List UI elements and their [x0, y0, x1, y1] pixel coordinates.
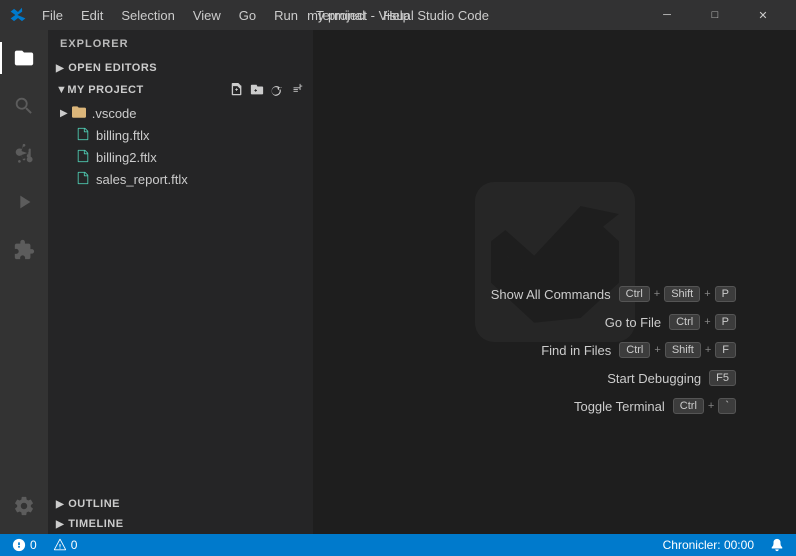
- warnings-status[interactable]: 0: [49, 538, 82, 552]
- project-header-left: ▼ MY PROJECT: [56, 84, 144, 96]
- sidebar: EXPLORER ▶ OPEN EDITORS ▼ MY PROJECT: [48, 30, 313, 534]
- open-editors-chevron: ▶: [56, 63, 64, 74]
- chronicler-status[interactable]: Chronicler: 00:00: [659, 538, 758, 552]
- kbd-ctrl: Ctrl: [673, 398, 704, 414]
- billing-file-name: billing.ftlx: [96, 128, 149, 143]
- error-icon: [12, 538, 26, 552]
- new-folder-button[interactable]: [249, 82, 265, 98]
- menu-view[interactable]: View: [185, 6, 229, 25]
- errors-status[interactable]: 0: [8, 538, 41, 552]
- sidebar-bottom: ▶ OUTLINE ▶ TIMELINE: [48, 494, 313, 534]
- find-in-files-label: Find in Files: [481, 343, 611, 358]
- run-activity-icon[interactable]: [0, 178, 48, 226]
- kbd-f: F: [715, 342, 736, 358]
- my-project-section[interactable]: ▼ MY PROJECT: [48, 78, 313, 102]
- file-icon: [76, 171, 90, 188]
- sidebar-title: EXPLORER: [48, 30, 313, 58]
- activity-bar-bottom: [0, 482, 48, 530]
- show-all-commands-keys: Ctrl + Shift + P: [619, 286, 736, 302]
- timeline-chevron: ▶: [56, 519, 64, 530]
- folder-icon: [72, 105, 86, 122]
- menu-run[interactable]: Run: [266, 6, 306, 25]
- outline-chevron: ▶: [56, 499, 64, 510]
- timeline-section[interactable]: ▶ TIMELINE: [48, 514, 313, 534]
- file-icon: [76, 127, 90, 144]
- warning-icon: [53, 538, 67, 552]
- new-file-button[interactable]: [229, 82, 245, 98]
- chronicler-label: Chronicler: 00:00: [663, 538, 754, 552]
- file-tree: ▶ .vscode billing.ftlx: [48, 102, 313, 494]
- maximize-button[interactable]: □: [692, 0, 738, 30]
- activity-bar: [0, 30, 48, 534]
- vscode-folder-chevron: ▶: [60, 108, 68, 119]
- status-bar: 0 0 Chronicler: 00:00: [0, 534, 796, 556]
- kbd-shift: Shift: [664, 286, 700, 302]
- status-bar-left: 0 0: [8, 538, 81, 552]
- timeline-label: TIMELINE: [68, 518, 123, 530]
- open-editors-label: OPEN EDITORS: [68, 62, 157, 74]
- kbd-f5: F5: [709, 370, 736, 386]
- my-project-label: MY PROJECT: [67, 84, 143, 96]
- menu-selection[interactable]: Selection: [113, 6, 182, 25]
- shortcut-row-terminal: Toggle Terminal Ctrl + `: [481, 398, 736, 414]
- project-actions: [229, 82, 305, 98]
- kbd-backtick: `: [718, 398, 736, 414]
- go-to-file-keys: Ctrl + P: [669, 314, 736, 330]
- bell-icon: [770, 538, 784, 552]
- file-icon: [76, 149, 90, 166]
- extensions-activity-icon[interactable]: [0, 226, 48, 274]
- status-bar-right: Chronicler: 00:00: [659, 538, 788, 552]
- show-all-commands-label: Show All Commands: [481, 287, 611, 302]
- billing2-file[interactable]: billing2.ftlx: [48, 146, 313, 168]
- sales-report-file-name: sales_report.ftlx: [96, 172, 188, 187]
- settings-activity-icon[interactable]: [0, 482, 48, 530]
- outline-label: OUTLINE: [68, 498, 120, 510]
- kbd-ctrl: Ctrl: [619, 286, 650, 302]
- go-to-file-label: Go to File: [531, 315, 661, 330]
- start-debugging-keys: F5: [709, 370, 736, 386]
- billing-file[interactable]: billing.ftlx: [48, 124, 313, 146]
- kbd-ctrl: Ctrl: [619, 342, 650, 358]
- toggle-terminal-label: Toggle Terminal: [535, 399, 665, 414]
- kbd-p: P: [715, 314, 736, 330]
- shortcut-row-find: Find in Files Ctrl + Shift + F: [481, 342, 736, 358]
- menu-edit[interactable]: Edit: [73, 6, 111, 25]
- menu-go[interactable]: Go: [231, 6, 264, 25]
- close-button[interactable]: ✕: [740, 0, 786, 30]
- search-activity-icon[interactable]: [0, 82, 48, 130]
- toggle-terminal-keys: Ctrl + `: [673, 398, 736, 414]
- start-debugging-label: Start Debugging: [571, 371, 701, 386]
- kbd-p: P: [715, 286, 736, 302]
- sales-report-file[interactable]: sales_report.ftlx: [48, 168, 313, 190]
- open-editors-section[interactable]: ▶ OPEN EDITORS: [48, 58, 313, 78]
- error-count: 0: [30, 538, 37, 552]
- main-layout: EXPLORER ▶ OPEN EDITORS ▼ MY PROJECT: [0, 30, 796, 534]
- editor-area: Show All Commands Ctrl + Shift + P Go to…: [313, 30, 796, 534]
- shortcut-list: Show All Commands Ctrl + Shift + P Go to…: [481, 286, 736, 414]
- shortcut-row-debug: Start Debugging F5: [481, 370, 736, 386]
- window-title: my project - Visual Studio Code: [307, 8, 489, 23]
- explorer-activity-icon[interactable]: [0, 34, 48, 82]
- vscode-folder[interactable]: ▶ .vscode: [48, 102, 313, 124]
- shortcut-row-goto: Go to File Ctrl + P: [481, 314, 736, 330]
- find-in-files-keys: Ctrl + Shift + F: [619, 342, 736, 358]
- vscode-logo-icon: [10, 7, 26, 23]
- shortcut-row-commands: Show All Commands Ctrl + Shift + P: [481, 286, 736, 302]
- warning-count: 0: [71, 538, 78, 552]
- billing2-file-name: billing2.ftlx: [96, 150, 157, 165]
- notifications-button[interactable]: [766, 538, 788, 552]
- kbd-shift: Shift: [665, 342, 701, 358]
- menu-file[interactable]: File: [34, 6, 71, 25]
- vscode-folder-name: .vscode: [92, 106, 137, 121]
- title-bar: File Edit Selection View Go Run Terminal…: [0, 0, 796, 30]
- collapse-button[interactable]: [289, 82, 305, 98]
- source-control-activity-icon[interactable]: [0, 130, 48, 178]
- project-chevron: ▼: [56, 84, 67, 96]
- kbd-ctrl: Ctrl: [669, 314, 700, 330]
- minimize-button[interactable]: ─: [644, 0, 690, 30]
- outline-section[interactable]: ▶ OUTLINE: [48, 494, 313, 514]
- refresh-button[interactable]: [269, 82, 285, 98]
- title-bar-right: ─ □ ✕: [644, 0, 786, 30]
